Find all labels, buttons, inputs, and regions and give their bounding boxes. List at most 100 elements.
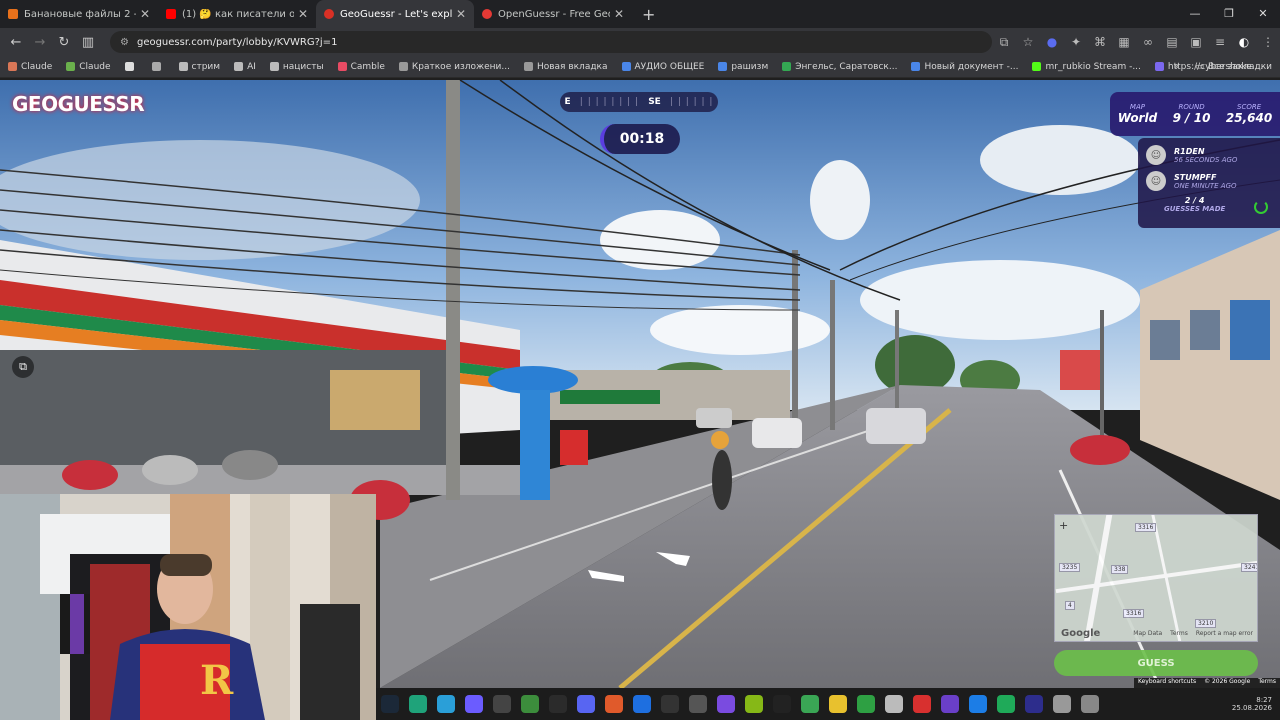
folder-icon[interactable] (829, 695, 847, 713)
keyboard-shortcuts-link[interactable]: Keyboard shortcuts (1134, 678, 1200, 688)
address-toolbar: ← → ↻ ▥ ⚙ geoguessr.com/party/lobby/KVWR… (0, 28, 1280, 56)
bookmark-star-icon[interactable]: ☆ (1016, 35, 1040, 49)
calculator-icon[interactable]: ▤ (1160, 35, 1184, 49)
guess-button[interactable]: GUESS (1054, 650, 1258, 676)
reload-icon[interactable]: ↻ (52, 35, 76, 50)
app-icon[interactable] (801, 695, 819, 713)
install-icon[interactable]: ⧉ (992, 35, 1016, 50)
bookmark-item[interactable]: АУДИО ОБЩЕЕ (621, 62, 704, 72)
tab-geoguessr[interactable]: GeoGuessr - Let's explore the w ✕ (316, 0, 474, 28)
app-icon[interactable] (1053, 695, 1071, 713)
minimize-button[interactable]: — (1178, 0, 1212, 28)
new-tab-button[interactable]: + (632, 5, 665, 24)
score-status: SCORE 25,640 (1226, 103, 1272, 125)
svg-text:R: R (200, 657, 234, 704)
terminal-icon[interactable] (493, 695, 511, 713)
tab-bananas[interactable]: Банановые файлы 2 - sansgot ✕ (0, 0, 158, 28)
tab-openguessr[interactable]: OpenGuessr - Free GeoGuessr A ✕ (474, 0, 632, 28)
clock-date: 25.08.2026 (1231, 704, 1272, 712)
discord-icon[interactable] (577, 695, 595, 713)
bookmark-favicon-icon (124, 62, 134, 71)
chart-icon[interactable] (997, 695, 1015, 713)
sidebar-icon[interactable]: ▥ (76, 35, 100, 50)
zoom-in-icon[interactable]: + (1059, 519, 1068, 532)
bookmark-item[interactable] (151, 62, 165, 71)
bookmark-item[interactable]: Новая вкладка (523, 62, 608, 72)
app-icon[interactable] (885, 695, 903, 713)
bookmark-item[interactable]: Новый документ -... (911, 62, 1018, 72)
reader-icon[interactable]: ▣ (1184, 35, 1208, 49)
grid-icon[interactable]: ▦ (1112, 35, 1136, 49)
bookmark-favicon-icon (8, 62, 17, 71)
close-icon[interactable]: ✕ (614, 7, 624, 21)
google-logo: Google (1061, 628, 1101, 639)
bookmark-label: Краткое изложени... (411, 61, 510, 72)
close-icon[interactable]: ✕ (140, 7, 150, 21)
app-icon[interactable] (941, 695, 959, 713)
chatgpt-icon[interactable] (689, 695, 707, 713)
bookmark-item[interactable]: Claude (66, 62, 111, 72)
translate-icon[interactable]: ⌘ (1088, 35, 1112, 49)
guess-minimap[interactable]: + 3235 3316 338 4 3316 3210 3241 Google … (1054, 514, 1258, 642)
extension-icon[interactable]: ● (1040, 35, 1064, 49)
compass-ticks: | | | | | | (669, 97, 714, 107)
tab-favicon (324, 9, 334, 19)
player-avatar: ☺ (1146, 145, 1166, 165)
map-data-link[interactable]: Map Data (1133, 630, 1162, 637)
map-road-label: 3316 (1135, 523, 1157, 532)
geoguessr-logo[interactable]: GEOGUESSR (12, 92, 145, 116)
all-bookmarks-label: Все закладки (1207, 62, 1272, 72)
link-icon[interactable]: ∞ (1136, 35, 1160, 49)
site-info-icon[interactable]: ⚙ (120, 37, 129, 48)
xbox-icon[interactable] (857, 695, 875, 713)
puzzle-icon[interactable]: ✦ (1064, 35, 1088, 49)
report-error-link[interactable]: Report a map error (1196, 630, 1253, 637)
terms-link[interactable]: Terms (1254, 678, 1280, 688)
bookmark-item[interactable]: Краткое изложени... (398, 61, 510, 72)
close-icon[interactable]: ✕ (298, 7, 308, 21)
app-icon[interactable] (521, 695, 539, 713)
terms-link[interactable]: Terms (1170, 630, 1188, 637)
bookmark-item[interactable]: mr_rubkio Stream -... (1032, 62, 1141, 72)
app-icon[interactable] (969, 695, 987, 713)
close-icon[interactable]: ✕ (456, 7, 466, 21)
app-icon[interactable] (549, 695, 567, 713)
score-label: SCORE (1237, 103, 1262, 111)
steam-icon[interactable] (381, 695, 399, 713)
bookmark-item[interactable]: Claude (8, 62, 52, 72)
app-icon[interactable] (605, 695, 623, 713)
forward-icon[interactable]: → (28, 35, 52, 50)
url-field[interactable]: ⚙ geoguessr.com/party/lobby/KVWRG?j=1 (110, 31, 992, 53)
tab-youtube[interactable]: (1) 🤔 как писатели описыва ✕ (158, 0, 316, 28)
premiere-icon[interactable] (1025, 695, 1043, 713)
media-icon[interactable]: ≡ (1208, 35, 1232, 49)
guess-time: ONE MINUTE AGO (1174, 181, 1237, 190)
bookmark-item[interactable] (124, 62, 138, 71)
restore-button[interactable]: ❐ (1212, 0, 1246, 28)
system-tray-clock[interactable]: 8:27 25.08.2026 (1232, 688, 1272, 720)
app-icon[interactable] (773, 695, 791, 713)
telegram-icon[interactable] (437, 695, 455, 713)
app-icon[interactable] (913, 695, 931, 713)
bookmark-item[interactable]: AI (234, 62, 256, 72)
app-icon[interactable] (661, 695, 679, 713)
profile-avatar[interactable]: ◐ (1232, 35, 1256, 49)
bookmark-item[interactable]: Энгельс, Саратовск... (782, 62, 897, 72)
app-icon[interactable] (633, 695, 651, 713)
bookmark-item[interactable]: стрим (178, 62, 220, 72)
all-bookmarks[interactable]: » ▭ Все закладки (1174, 56, 1272, 78)
obsidian-icon[interactable] (717, 695, 735, 713)
score-value: 25,640 (1225, 111, 1273, 125)
snip-icon[interactable] (465, 695, 483, 713)
bookmark-item[interactable]: нацисты (269, 62, 324, 72)
back-icon[interactable]: ← (4, 35, 28, 50)
bookmark-item[interactable]: Camble (337, 62, 385, 72)
bookmark-item[interactable]: рашизм (718, 62, 768, 72)
share-icon[interactable]: ⧉ (12, 356, 34, 378)
nvidia-icon[interactable] (745, 695, 763, 713)
menu-icon[interactable]: ⋮ (1256, 35, 1280, 49)
settings-icon[interactable] (1081, 695, 1099, 713)
edge-icon[interactable] (409, 695, 427, 713)
close-window-button[interactable]: ✕ (1246, 0, 1280, 28)
round-timer: 00:18 (600, 124, 680, 154)
